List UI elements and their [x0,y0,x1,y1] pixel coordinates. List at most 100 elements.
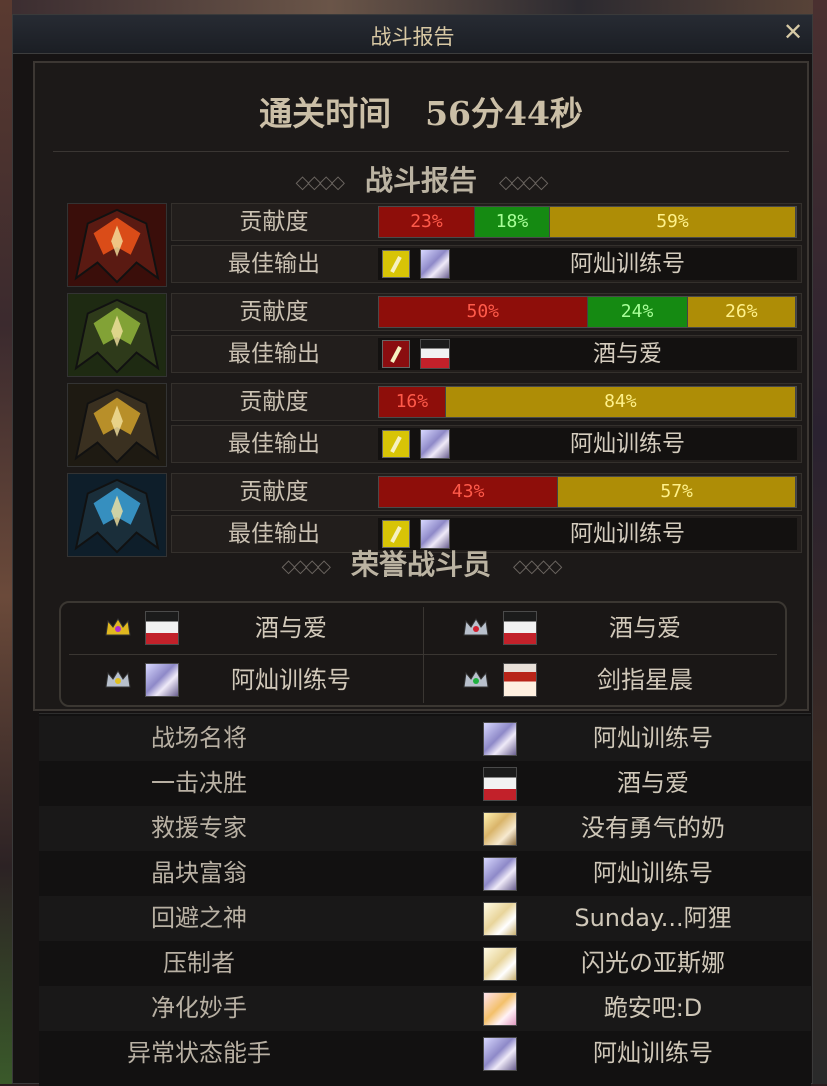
honor-member[interactable]: 阿灿训练号 [61,655,423,706]
member-avatar-icon [145,611,179,645]
award-player-avatar-icon [483,902,517,936]
divider [423,607,424,703]
award-row[interactable]: 净化妙手 跪安吧:D [39,986,811,1031]
background-scene-right [813,0,827,1084]
contribution-segment-yellow: 59% [549,207,796,237]
member-avatar-icon [503,663,537,697]
window-title: 战斗报告 [370,25,455,49]
best-output-label: 最佳输出 [228,431,320,457]
award-row[interactable]: 一击决胜 酒与爱 [39,761,811,806]
award-title: 救援专家 [151,814,247,842]
contribution-label: 贡献度 [239,389,309,415]
award-row[interactable]: 回避之神 Sunday...阿狸 [39,896,811,941]
report-section-title: 战斗报告 [364,164,477,197]
award-row[interactable]: 压制者 闪光の亚斯娜 [39,941,811,986]
contribution-label: 贡献度 [239,479,309,505]
silver-crown-icon [463,669,489,689]
clear-time-label: 通关时间 [259,94,392,133]
contribution-segment-red: 50% [379,297,588,327]
ornament-left-icon: ◇◇◇◇ [281,556,331,577]
best-output-row: 最佳输出 酒与爱 [171,335,802,373]
honor-member-name: 阿灿训练号 [231,666,351,694]
boss-report-row: 贡献度 16% 84% 最佳输出 阿灿训练号 [67,383,802,467]
contribution-segment-red: 43% [379,477,559,507]
honor-member-name: 剑指星晨 [597,666,693,694]
honor-member-name: 酒与爱 [255,614,327,642]
weapon-icon [382,250,410,278]
award-list: 战场名将 阿灿训练号 一击决胜 酒与爱 救援专家 没有勇气的奶 晶块富翁 阿灿训练号 回避之神 S… [39,713,811,1086]
member-avatar-icon [145,663,179,697]
contribution-row: 贡献度 50% 24% 26% [171,293,802,331]
honor-members-box: 酒与爱 酒与爱阿灿训练号 剑指星晨 [59,601,787,707]
award-player-avatar-icon [483,812,517,846]
contribution-label: 贡献度 [239,209,309,235]
honor-section-title: 荣誉战斗员 [350,548,491,581]
best-output-area: 阿灿训练号 [378,248,797,280]
gold-boss-portrait-icon [67,383,167,467]
award-player-avatar-icon [483,992,517,1026]
contribution-label: 贡献度 [239,299,309,325]
award-player-name: 阿灿训练号 [593,859,713,887]
honor-member[interactable]: 剑指星晨 [425,655,787,706]
award-title: 净化妙手 [151,994,247,1022]
best-output-label: 最佳输出 [228,251,320,277]
background-scene-top [0,0,827,14]
red-boss-portrait-icon [67,203,167,287]
award-title: 回避之神 [151,904,247,932]
contribution-bar: 43% 57% [378,476,797,508]
award-player-avatar-icon [483,722,517,756]
award-row[interactable]: 异常状态能手 阿灿训练号 [39,1031,811,1076]
window-titlebar[interactable]: 战斗报告 ✕ [13,15,812,54]
honor-section-header: ◇◇◇◇ 荣誉战斗员 ◇◇◇◇ [35,543,807,583]
award-player-avatar-icon [483,857,517,891]
contribution-bar: 16% 84% [378,386,797,418]
contribution-segment-red: 23% [379,207,475,237]
best-player-name: 阿灿训练号 [570,431,685,457]
contribution-row: 贡献度 16% 84% [171,383,802,421]
player-avatar-icon [420,249,450,279]
award-player-avatar-icon [483,947,517,981]
report-section-header: ◇◇◇◇ 战斗报告 ◇◇◇◇ [35,159,807,199]
award-row[interactable]: 战场名将 阿灿训练号 [39,716,811,761]
best-player-name: 酒与爱 [593,341,662,367]
contribution-row: 贡献度 23% 18% 59% [171,203,802,241]
award-title: 晶块富翁 [151,859,247,887]
award-player-name: 跪安吧:D [603,994,703,1022]
clear-time-value: 56分44秒 [425,94,583,133]
award-player-name: 没有勇气的奶 [581,814,725,842]
close-icon[interactable]: ✕ [780,19,806,45]
award-player-avatar-icon [483,1037,517,1071]
contribution-bar: 23% 18% 59% [378,206,797,238]
ornament-right-icon: ◇◇◇◇ [499,172,548,193]
best-player-name: 阿灿训练号 [570,251,685,277]
silver-crown-icon [105,669,131,689]
award-player-name: 酒与爱 [617,769,689,797]
divider [53,151,789,152]
award-row[interactable]: 救援专家 没有勇气的奶 [39,806,811,851]
background-scene-left [0,0,12,1084]
gold-crown-icon [105,617,131,637]
contribution-segment-yellow: 57% [558,477,796,507]
honor-member[interactable]: 酒与爱 [425,603,787,654]
award-player-name: Sunday...阿狸 [574,904,732,932]
honor-member-name: 酒与爱 [609,614,681,642]
award-row[interactable]: 晶块富翁 阿灿训练号 [39,851,811,896]
member-avatar-icon [503,611,537,645]
report-panel: 通关时间 56分44秒 ◇◇◇◇ 战斗报告 ◇◇◇◇ 贡献度 23% 18% 59% 最佳输出… [33,61,809,711]
best-output-row: 最佳输出 阿灿训练号 [171,425,802,463]
honor-member[interactable]: 酒与爱 [61,603,423,654]
award-title: 战场名将 [151,724,247,752]
best-output-area: 阿灿训练号 [378,428,797,460]
award-player-name: 阿灿训练号 [593,1039,713,1067]
award-title: 一击决胜 [151,769,247,797]
boss-report-row: 贡献度 50% 24% 26% 最佳输出 酒与爱 [67,293,802,377]
award-player-name: 闪光の亚斯娜 [581,949,725,977]
ornament-right-icon: ◇◇◇◇ [513,556,562,577]
award-player-name: 阿灿训练号 [593,724,713,752]
weapon-icon [382,430,410,458]
best-output-row: 最佳输出 阿灿训练号 [171,245,802,283]
ornament-left-icon: ◇◇◇◇ [295,172,345,193]
best-output-label: 最佳输出 [228,341,320,367]
battle-report-window: 战斗报告 ✕ 通关时间 56分44秒 ◇◇◇◇ 战斗报告 ◇◇◇◇ 贡献度 23% 18%… [12,14,813,1086]
silver-crown-icon [463,617,489,637]
